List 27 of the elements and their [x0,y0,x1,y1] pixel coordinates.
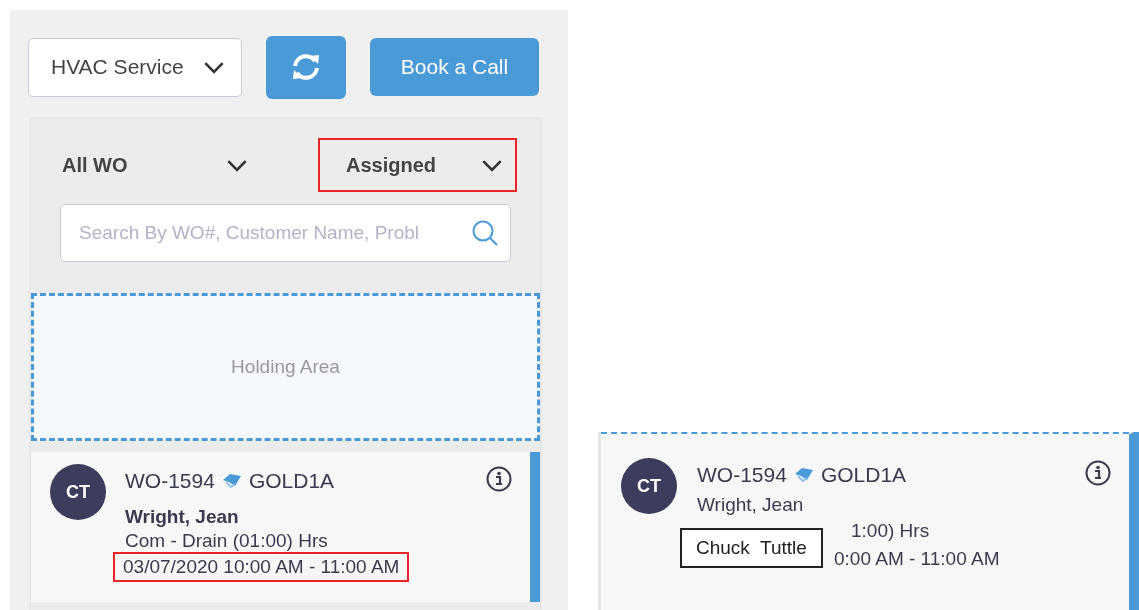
filter-dropdown[interactable]: Assigned [318,138,517,192]
work-order-code: GOLD1A [248,469,335,493]
problem-text: 1:00) Hrs [851,519,931,543]
schedule-text: 03/07/2020 10:00 AM - 11:00 AM [115,554,408,580]
refresh-button[interactable] [266,35,346,99]
chevron-down-icon [481,158,503,172]
work-order-card[interactable]: CT WO-1594 GOLD1A Wright, Jean Com - Drain (01:00) Hrs 03/07/2020 10:00 AM - 11:00 AM [31,452,540,602]
work-order-card[interactable]: CT WO-1594 GOLD1A Wright, Jean 1:00) Hrs 0:00 AM - 11:00 AM Chuck Tuttle [601,432,1139,610]
problem-text: Com - Drain (01:00) Hrs [125,529,329,553]
tooltip: Chuck Tuttle [680,528,823,568]
avatar: CT [50,464,106,520]
work-order-number: WO-1594 [697,463,787,487]
service-select[interactable]: HVAC Service [28,37,242,97]
search-icon [471,219,499,247]
chevron-down-icon [226,158,248,172]
customer-name: Wright, Jean [125,506,240,528]
info-icon[interactable] [486,466,512,492]
info-icon[interactable] [1085,460,1111,486]
filter-dropdown[interactable]: All WO [60,138,250,192]
schedule-text: 0:00 AM - 11:00 AM [834,547,1001,571]
customer-name: Wright, Jean [697,494,805,516]
search-field[interactable]: Search By WO#, Customer Name, Probl [60,204,511,262]
holding-area-label: Holding Area [231,356,340,378]
chevron-down-icon [203,60,225,74]
work-order-code: GOLD1A [820,463,907,487]
avatar: CT [621,458,677,514]
work-order-number: WO-1594 [125,469,215,493]
